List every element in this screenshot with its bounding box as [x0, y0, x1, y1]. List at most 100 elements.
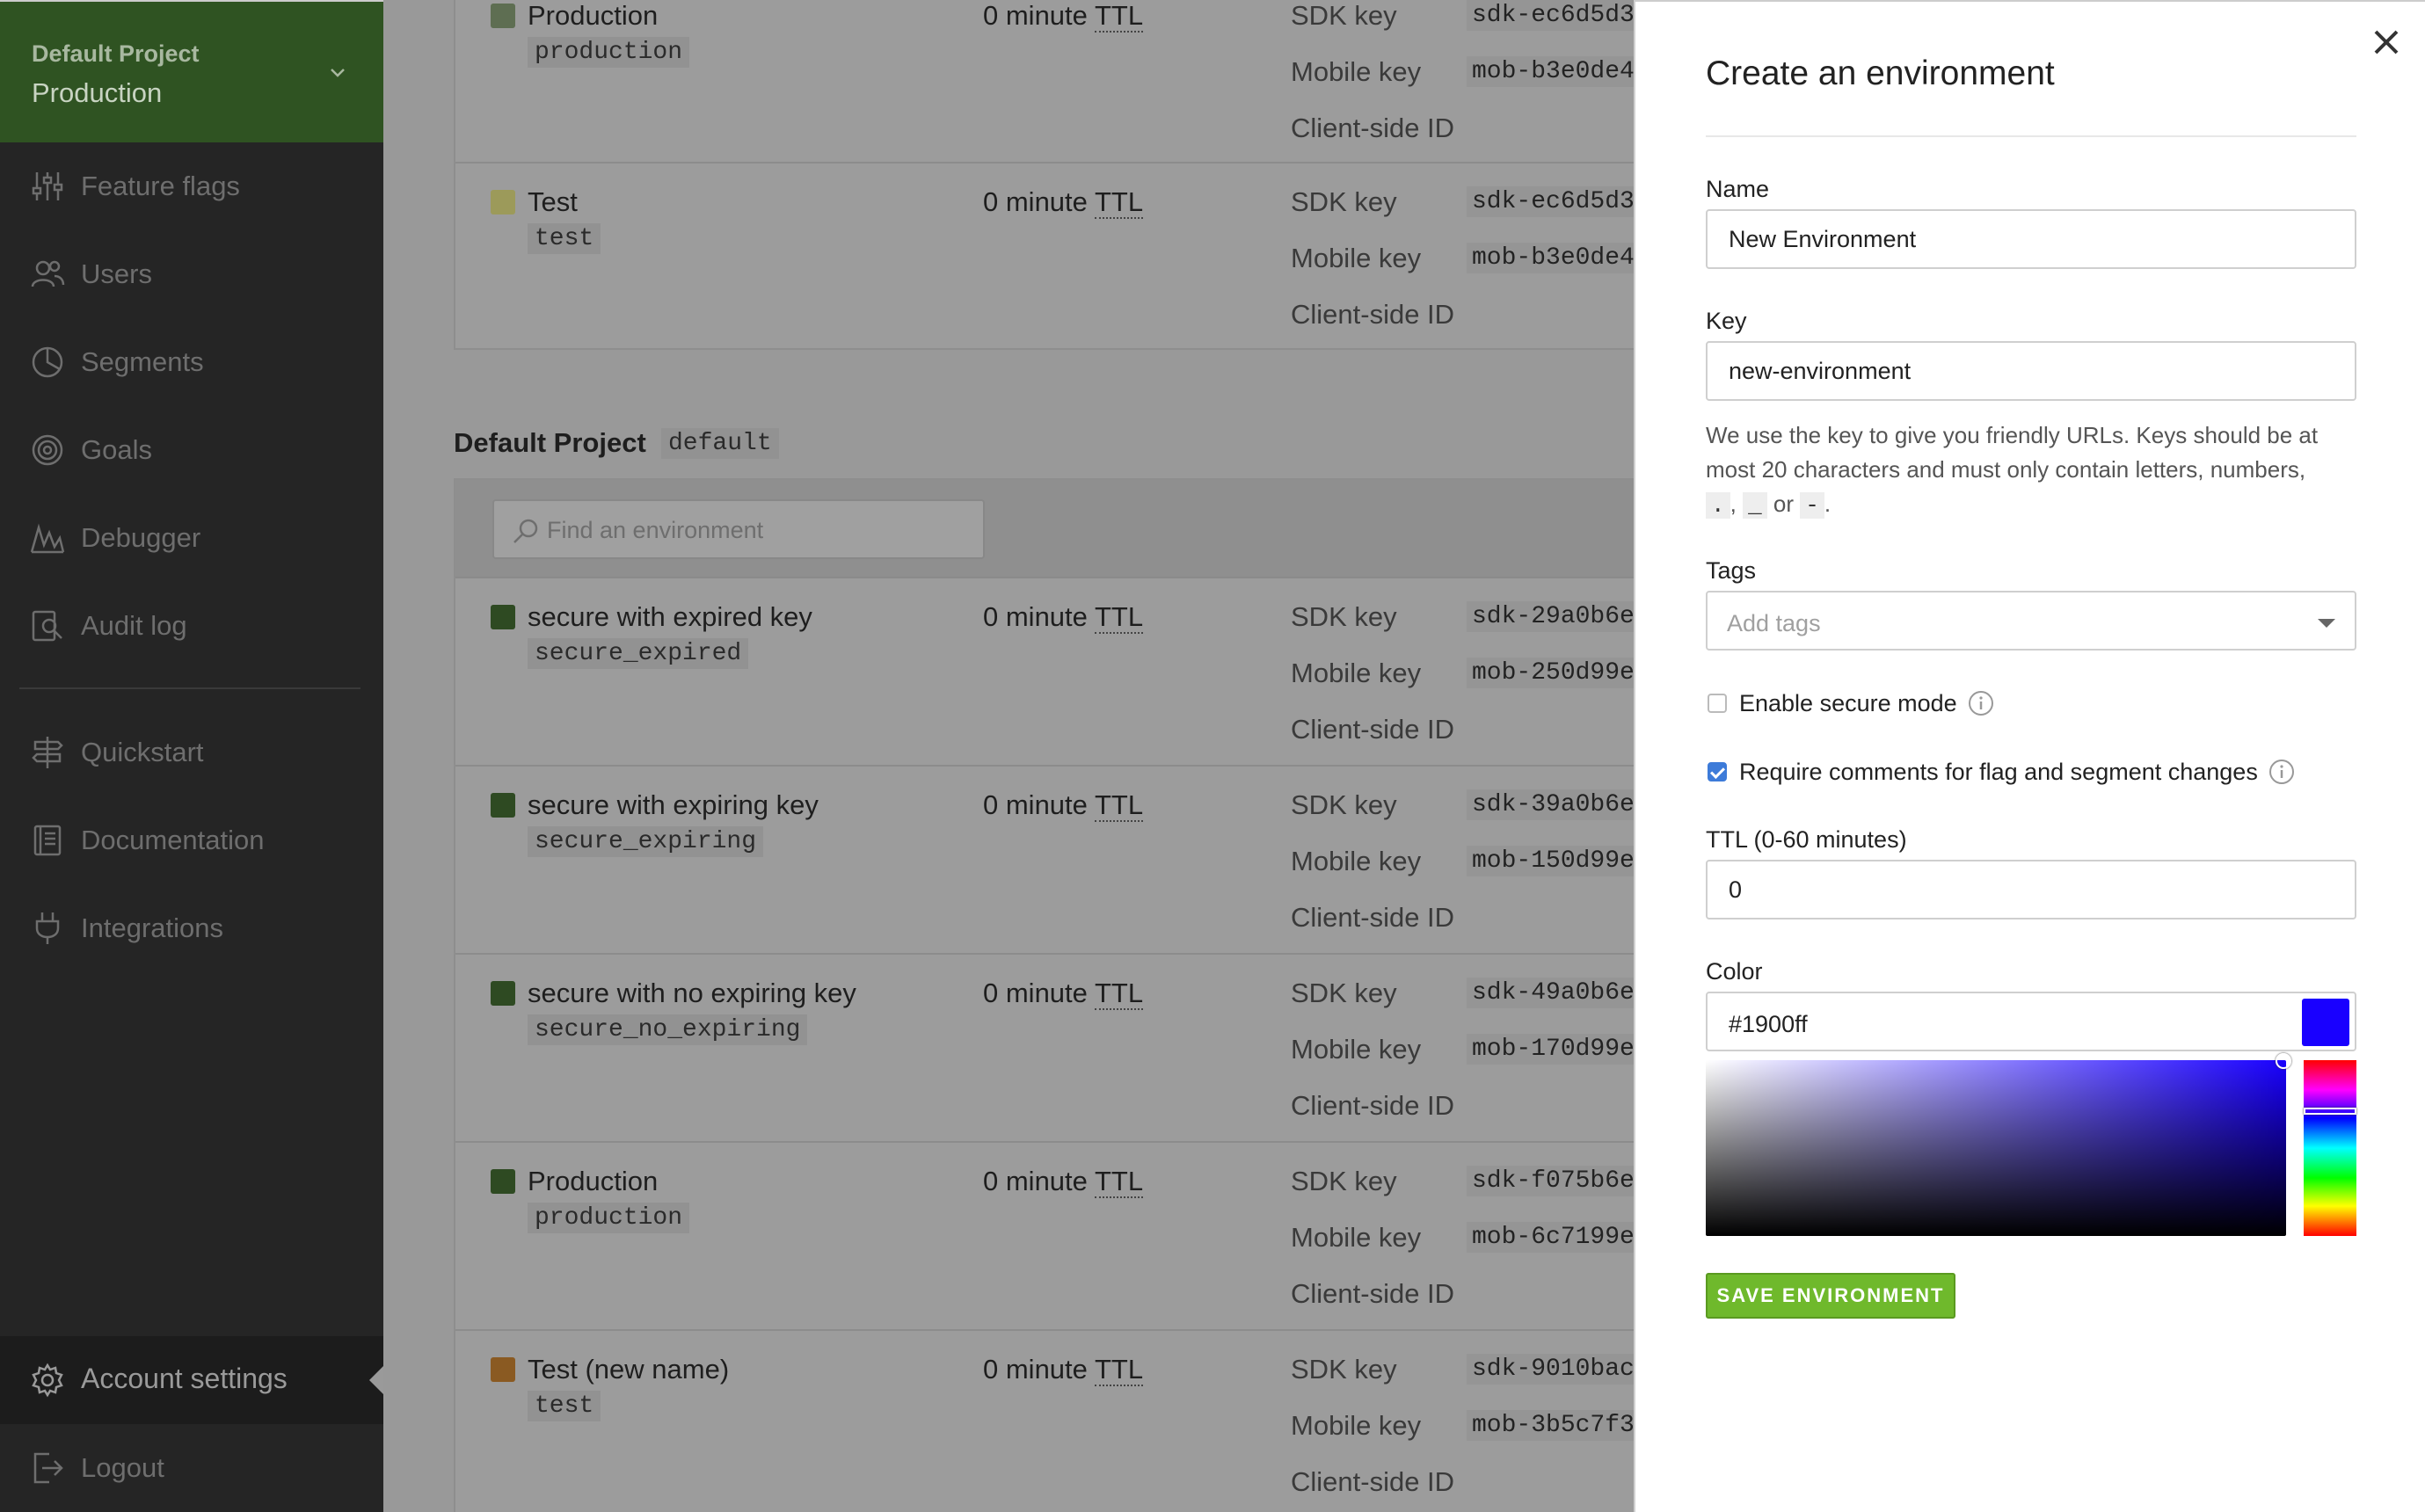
close-icon[interactable]: [2369, 25, 2404, 60]
sdk-key-value[interactable]: sdk-49a0b6e: [1467, 978, 1634, 1008]
users-icon: [31, 260, 65, 287]
environments-card: Find an environment secure with expired …: [454, 478, 1634, 1512]
mobile-key-label: Mobile key: [1291, 658, 1422, 688]
sdk-key-value[interactable]: sdk-29a0b6e: [1467, 601, 1634, 632]
info-icon[interactable]: [1968, 690, 1994, 716]
environment-name: Production: [32, 77, 163, 108]
secure-mode-option[interactable]: Enable secure mode: [1708, 686, 1994, 721]
hue-handle[interactable]: [2304, 1108, 2356, 1115]
mobile-key-value[interactable]: mob-6c7199e: [1467, 1222, 1634, 1253]
mobile-key-value[interactable]: mob-170d99e: [1467, 1034, 1634, 1065]
sidebar-item-audit-log[interactable]: Audit log: [0, 591, 383, 661]
tags-label: Tags: [1706, 557, 1757, 584]
sdk-key-value[interactable]: sdk-ec6d5d3: [1467, 186, 1634, 217]
ttl-value: 0 minute: [983, 1354, 1088, 1385]
project-switcher[interactable]: Default Project Production: [0, 0, 383, 142]
env-name: Production: [528, 0, 659, 31]
env-color-swatch: [491, 4, 515, 28]
env-name: secure with expired key: [528, 601, 812, 632]
mobile-key-value[interactable]: mob-b3e0de4: [1467, 56, 1634, 87]
save-environment-button[interactable]: SAVE ENVIRONMENT: [1706, 1273, 1955, 1319]
environment-row: secure with expiring key secure_expiring 0…: [455, 767, 1634, 955]
secure-mode-checkbox[interactable]: [1708, 694, 1727, 713]
environment-row: Test test 0 minute TTL SDK key sdk-ec6d5…: [455, 164, 1634, 352]
project-name: Default Project: [32, 40, 200, 67]
mobile-key-value[interactable]: mob-b3e0de4: [1467, 243, 1634, 273]
mobile-key-value[interactable]: mob-150d99e: [1467, 846, 1634, 876]
client-id-label: Client-side ID: [1291, 714, 1455, 745]
saturation-value-picker[interactable]: [1706, 1053, 2291, 1236]
target-icon: [32, 434, 63, 466]
chevron-down-icon[interactable]: [327, 62, 348, 83]
search-icon: [513, 519, 538, 543]
sdk-key-label: SDK key: [1291, 601, 1397, 632]
drawer-title: Create an environment: [1706, 55, 2055, 92]
saturation-handle[interactable]: [2276, 1053, 2291, 1069]
mobile-key-label: Mobile key: [1291, 243, 1422, 273]
env-name: secure with expiring key: [528, 789, 819, 820]
hue-slider[interactable]: [2304, 1060, 2356, 1236]
sidebar-item-integrations[interactable]: Integrations: [0, 893, 383, 963]
sidebar-item-label: Users: [81, 258, 152, 289]
sidebar-item-label: Goals: [81, 434, 152, 465]
environment-row: secure with expired key secure_expired 0 m…: [455, 578, 1634, 767]
name-label: Name: [1706, 176, 1770, 202]
mobile-key-value[interactable]: mob-250d99e: [1467, 658, 1634, 688]
sidebar-item-feature-flags[interactable]: Feature flags: [0, 151, 383, 222]
env-color-swatch: [491, 1357, 515, 1382]
sidebar-item-label: Documentation: [81, 825, 265, 855]
name-field[interactable]: [1706, 209, 2356, 269]
logout-icon: [33, 1452, 63, 1484]
sidebar-divider: [19, 687, 360, 689]
key-field[interactable]: [1706, 341, 2356, 401]
sdk-key-value[interactable]: sdk-f075b6e: [1467, 1166, 1634, 1196]
caret-down-icon[interactable]: [2318, 619, 2335, 628]
sidebar-item-users[interactable]: Users: [0, 239, 383, 309]
environments-card: Production production 0 minute TTL SDK k…: [454, 0, 1634, 350]
ttl-label: TTL (0-60 minutes): [1706, 826, 1907, 853]
require-comments-option[interactable]: Require comments for flag and segment ch…: [1708, 754, 2295, 789]
code-chip-dash: -: [1800, 492, 1824, 519]
ttl-field[interactable]: [1706, 860, 2356, 920]
env-ttl: 0 minute TTL: [983, 186, 1144, 219]
env-name: secure with no expiring key: [528, 978, 856, 1008]
search-input[interactable]: Find an environment: [492, 499, 985, 559]
mobile-key-label: Mobile key: [1291, 846, 1422, 876]
sdk-key-value[interactable]: sdk-ec6d5d3: [1467, 0, 1634, 31]
tags-select[interactable]: Add tags: [1706, 591, 2356, 651]
env-ttl: 0 minute TTL: [983, 1354, 1144, 1386]
sidebar-item-documentation[interactable]: Documentation: [0, 805, 383, 876]
mobile-key-value[interactable]: mob-3b5c7f3: [1467, 1410, 1634, 1441]
ttl-value: 0 minute: [983, 789, 1088, 820]
client-id-label: Client-side ID: [1291, 113, 1455, 143]
require-comments-checkbox[interactable]: [1708, 762, 1727, 781]
sidebar-item-goals[interactable]: Goals: [0, 415, 383, 485]
environment-row: Test (new name) test 0 minute TTL SDK key sd…: [455, 1331, 1634, 1512]
sidebar-item-label: Feature flags: [81, 171, 240, 201]
info-icon[interactable]: [2268, 759, 2295, 785]
sidebar-item-debugger[interactable]: Debugger: [0, 503, 383, 573]
sidebar-item-logout[interactable]: Logout: [0, 1433, 383, 1503]
sidebar-item-account-settings[interactable]: Account settings: [0, 1336, 383, 1424]
sidebar-item-quickstart[interactable]: Quickstart: [0, 717, 383, 788]
code-chip-dot: .: [1706, 492, 1730, 519]
client-id-label: Client-side ID: [1291, 1466, 1455, 1497]
env-key: production: [528, 1203, 690, 1233]
environment-row: Production production 0 minute TTL SDK k…: [455, 0, 1634, 164]
color-field[interactable]: #1900ff: [1706, 992, 2356, 1051]
color-swatch[interactable]: [2302, 999, 2349, 1046]
ttl-abbr: TTL: [1094, 1166, 1144, 1198]
help-comma: ,: [1730, 491, 1737, 517]
env-ttl: 0 minute TTL: [983, 601, 1144, 634]
sidebar-item-label: Logout: [81, 1452, 164, 1483]
mobile-key-label: Mobile key: [1291, 1034, 1422, 1065]
sdk-key-value[interactable]: sdk-39a0b6e: [1467, 789, 1634, 820]
env-key: test: [528, 1391, 601, 1421]
ttl-value: 0 minute: [983, 978, 1088, 1008]
sdk-key-value[interactable]: sdk-9010bac: [1467, 1354, 1634, 1385]
sdk-key-label: SDK key: [1291, 1166, 1397, 1196]
ttl-abbr: TTL: [1094, 601, 1144, 634]
env-ttl: 0 minute TTL: [983, 0, 1144, 33]
sidebar-item-segments[interactable]: Segments: [0, 327, 383, 397]
color-label: Color: [1706, 958, 1763, 985]
